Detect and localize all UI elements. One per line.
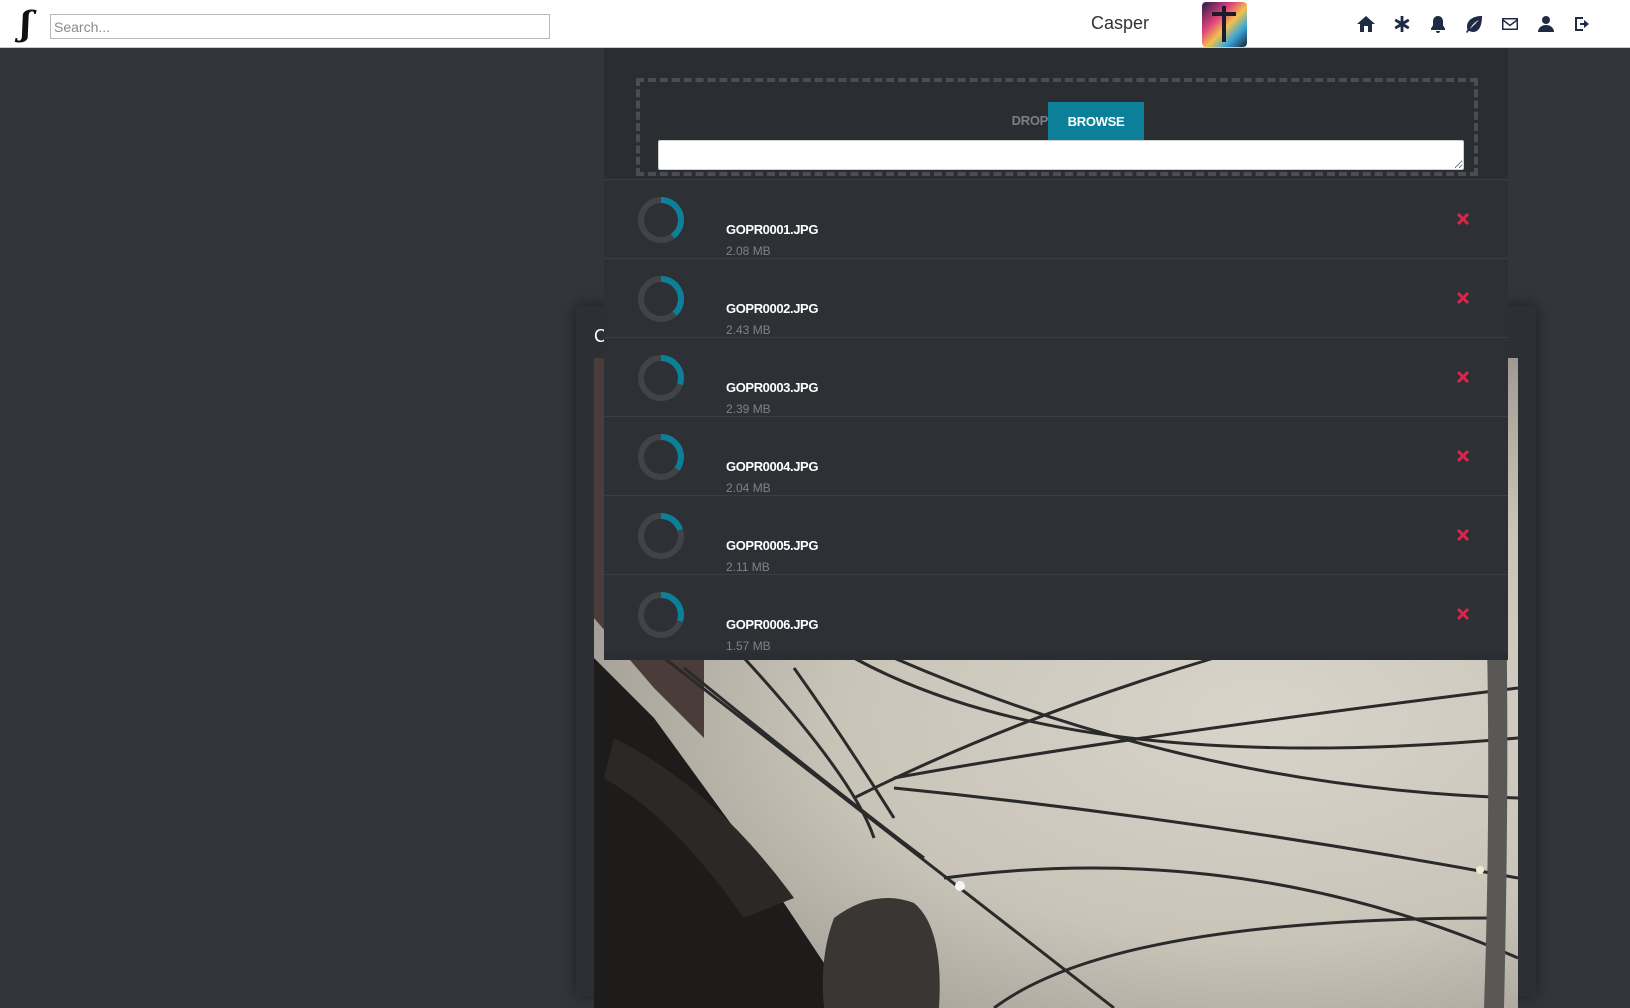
top-bar: ʃ Casper xyxy=(0,0,1630,48)
upload-panel: DROP HERE BROWSE GOPR0001.JPG 2.08 MB GO… xyxy=(604,48,1508,660)
file-size: 2.11 MB xyxy=(726,560,770,574)
close-icon xyxy=(1456,449,1470,463)
username[interactable]: Casper xyxy=(1060,13,1180,34)
dropzone[interactable]: DROP HERE BROWSE xyxy=(636,78,1478,176)
file-name: GOPR0005.JPG xyxy=(726,538,819,553)
logo[interactable]: ʃ xyxy=(10,4,42,44)
logout-icon[interactable] xyxy=(1566,8,1598,40)
remove-file-button[interactable] xyxy=(1454,447,1472,465)
file-size: 2.43 MB xyxy=(726,323,771,337)
upload-note-textarea[interactable] xyxy=(658,140,1464,170)
file-row: GOPR0005.JPG 2.11 MB xyxy=(604,495,1508,574)
progress-ring xyxy=(638,197,684,243)
progress-ring xyxy=(638,276,684,322)
close-icon xyxy=(1456,607,1470,621)
close-icon xyxy=(1456,370,1470,384)
file-name: GOPR0003.JPG xyxy=(726,380,819,395)
home-icon[interactable] xyxy=(1350,8,1382,40)
progress-ring xyxy=(638,513,684,559)
remove-file-button[interactable] xyxy=(1454,368,1472,386)
file-row: GOPR0001.JPG 2.08 MB xyxy=(604,179,1508,258)
drop-here-label: DROP HERE xyxy=(1011,113,1049,166)
search-input[interactable] xyxy=(50,14,550,39)
browse-button[interactable]: BROWSE xyxy=(1048,102,1144,140)
file-size: 2.08 MB xyxy=(726,244,771,258)
file-row: GOPR0003.JPG 2.39 MB xyxy=(604,337,1508,416)
file-row: GOPR0004.JPG 2.04 MB xyxy=(604,416,1508,495)
envelope-icon[interactable] xyxy=(1494,8,1526,40)
file-name: GOPR0002.JPG xyxy=(726,301,819,316)
avatar[interactable] xyxy=(1202,2,1247,47)
file-name: GOPR0004.JPG xyxy=(726,459,819,474)
file-row: GOPR0006.JPG 1.57 MB xyxy=(604,574,1508,653)
leaf-icon[interactable] xyxy=(1458,8,1490,40)
file-list: GOPR0001.JPG 2.08 MB GOPR0002.JPG 2.43 M… xyxy=(604,179,1508,653)
file-name: GOPR0001.JPG xyxy=(726,222,819,237)
file-size: 1.57 MB xyxy=(726,639,771,653)
close-icon xyxy=(1456,528,1470,542)
file-size: 2.39 MB xyxy=(726,402,771,416)
file-name: GOPR0006.JPG xyxy=(726,617,819,632)
file-row: GOPR0002.JPG 2.43 MB xyxy=(604,258,1508,337)
bell-icon[interactable] xyxy=(1422,8,1454,40)
progress-ring xyxy=(638,355,684,401)
file-size: 2.04 MB xyxy=(726,481,771,495)
progress-ring xyxy=(638,434,684,480)
remove-file-button[interactable] xyxy=(1454,289,1472,307)
user-icon[interactable] xyxy=(1530,8,1562,40)
remove-file-button[interactable] xyxy=(1454,210,1472,228)
progress-ring xyxy=(638,592,684,638)
close-icon xyxy=(1456,212,1470,226)
remove-file-button[interactable] xyxy=(1454,526,1472,544)
remove-file-button[interactable] xyxy=(1454,605,1472,623)
asterisk-icon[interactable] xyxy=(1386,8,1418,40)
close-icon xyxy=(1456,291,1470,305)
